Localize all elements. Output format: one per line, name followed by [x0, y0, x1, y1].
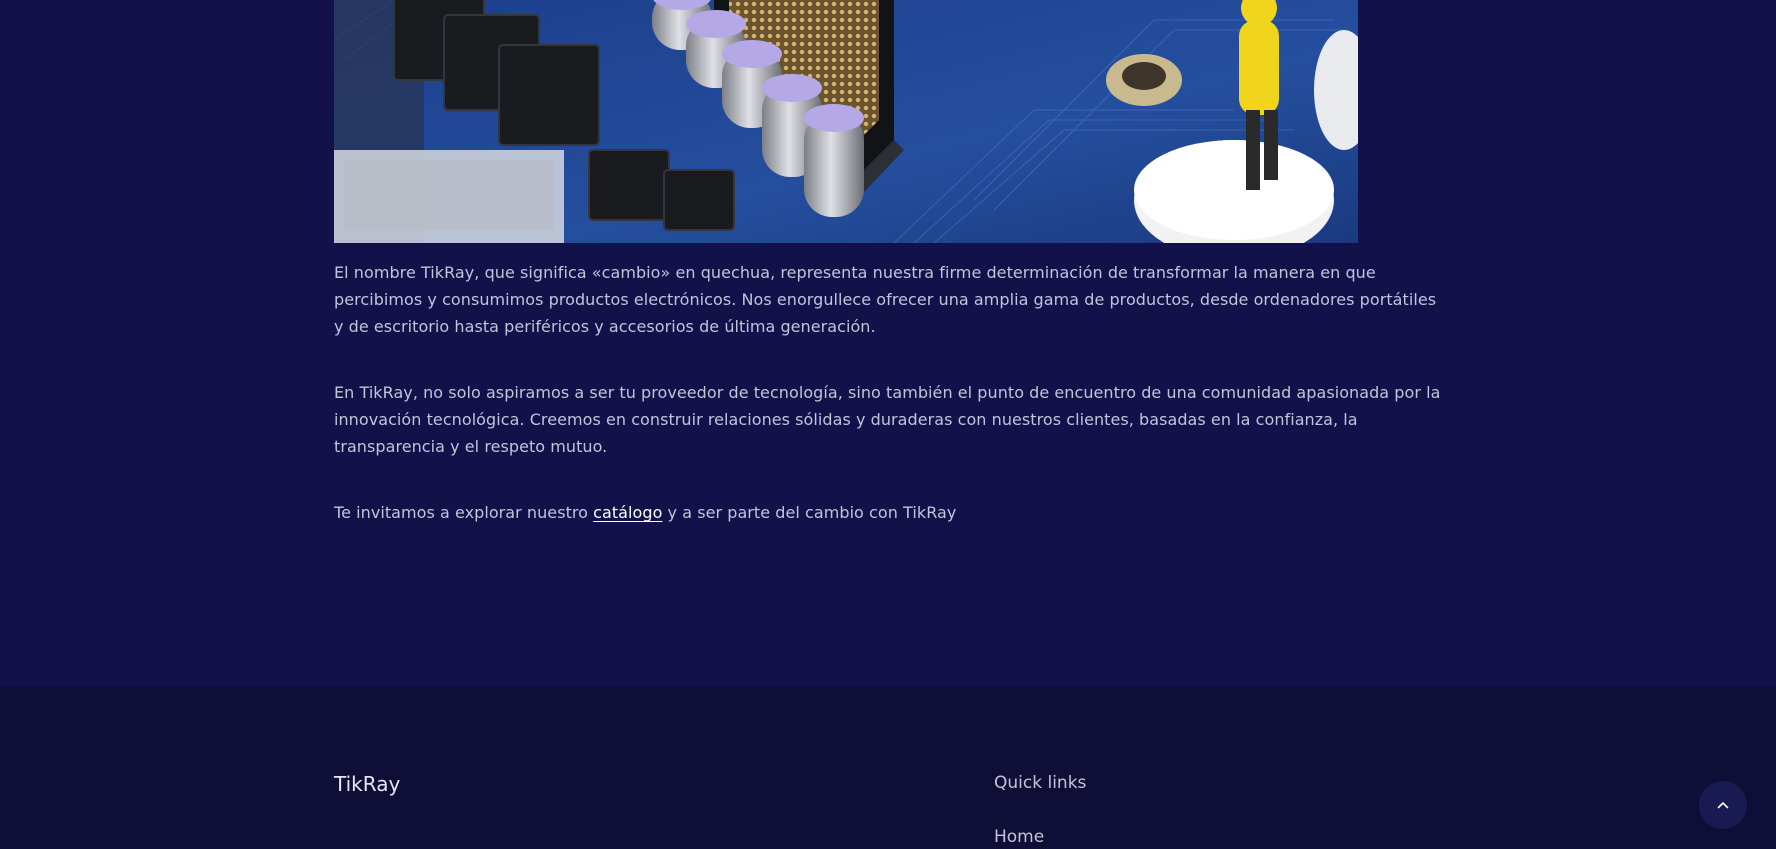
invite-text-before: Te invitamos a explorar nuestro: [334, 503, 594, 522]
quick-links-title: Quick links: [994, 773, 1087, 793]
footer-link-home[interactable]: Home: [994, 827, 1044, 847]
about-paragraph-2: En TikRay, no solo aspiramos a ser tu pr…: [334, 383, 1441, 456]
back-to-top-button[interactable]: [1699, 781, 1747, 829]
motherboard-photo: [334, 0, 1358, 243]
about-paragraph-1: El nombre TikRay, que significa «cambio»…: [334, 263, 1437, 336]
invite-line: Te invitamos a explorar nuestro catálogo…: [334, 499, 1444, 526]
catalog-link[interactable]: catálogo: [593, 503, 662, 522]
hero-image: [334, 0, 1358, 243]
main-section: El nombre TikRay, que significa «cambio»…: [0, 0, 1776, 687]
footer-brand: TikRay: [334, 772, 401, 796]
invite-text-after: y a ser parte del cambio con TikRay: [662, 503, 957, 522]
chevron-up-icon: [1717, 802, 1729, 809]
footer: TikRay Quick links Home: [0, 687, 1776, 849]
about-content: El nombre TikRay, que significa «cambio»…: [334, 259, 1444, 526]
